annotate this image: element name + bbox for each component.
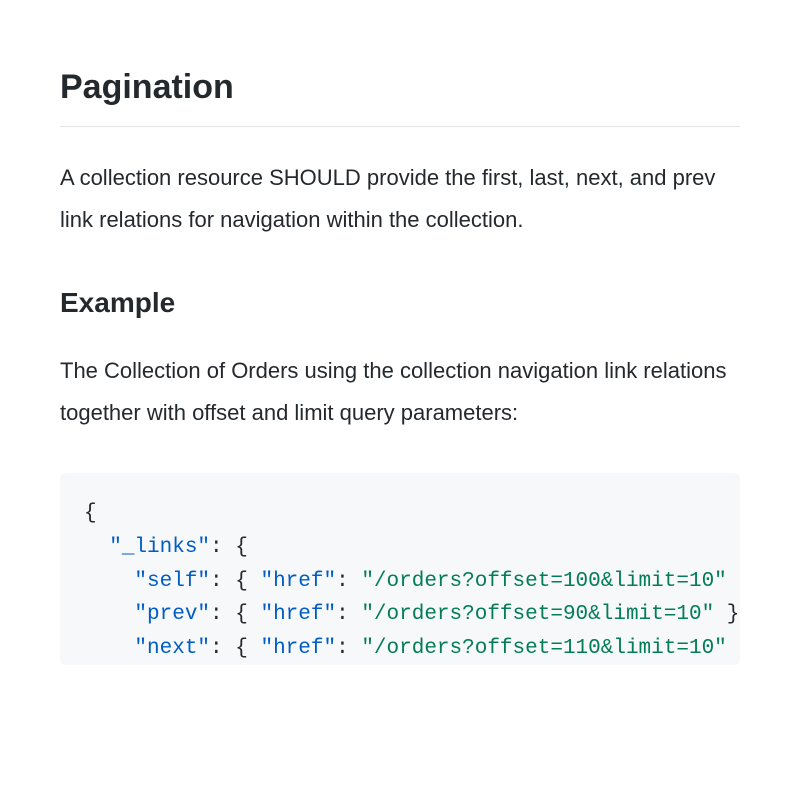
pagination-intro: A collection resource SHOULD provide the… — [60, 157, 740, 241]
example-desc: The Collection of Orders using the colle… — [60, 350, 740, 434]
code-block: { "_links": { "self": { "href": "/orders… — [60, 473, 740, 665]
example-heading: Example — [60, 281, 740, 326]
pagination-heading: Pagination — [60, 60, 740, 127]
